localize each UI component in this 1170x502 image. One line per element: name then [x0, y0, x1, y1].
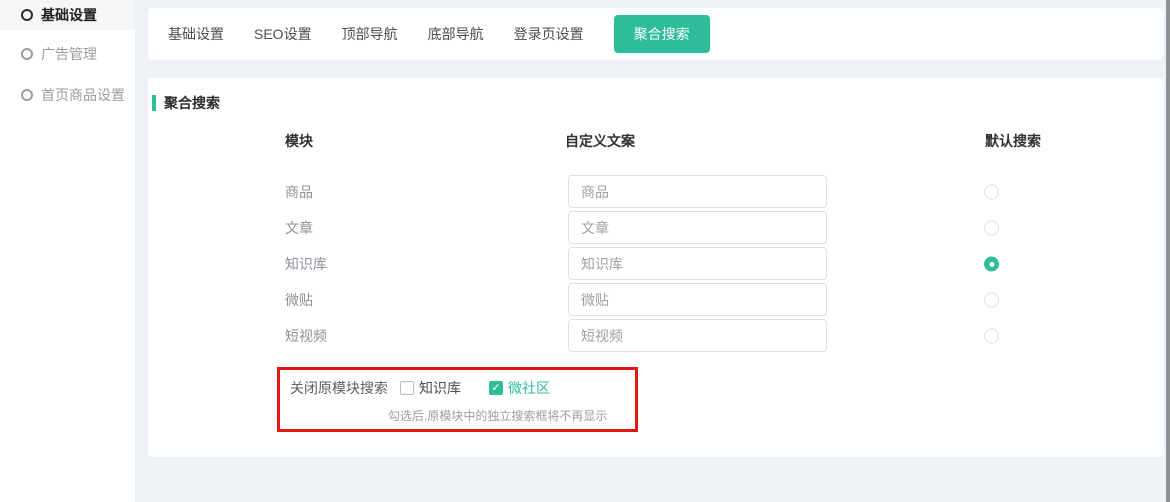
- default-search-radio-selected[interactable]: [984, 257, 999, 272]
- module-label: 商品: [285, 182, 313, 202]
- default-search-radio[interactable]: [984, 329, 999, 344]
- circle-icon: [21, 9, 33, 21]
- module-label: 文章: [285, 218, 313, 238]
- column-header-default-search: 默认搜索: [985, 131, 1041, 151]
- custom-text-input[interactable]: [568, 175, 827, 208]
- title-accent-bar: [152, 95, 156, 111]
- checkbox-checked-icon: ✓: [489, 381, 503, 395]
- tab-basic-settings[interactable]: 基础设置: [168, 24, 224, 44]
- table-row: 短视频: [148, 318, 1163, 354]
- custom-text-input[interactable]: [568, 211, 827, 244]
- circle-icon: [21, 89, 33, 101]
- checkbox-knowledge-base[interactable]: 知识库: [400, 378, 461, 398]
- module-label: 微贴: [285, 290, 313, 310]
- checkbox-unchecked-icon: [400, 381, 414, 395]
- default-search-radio[interactable]: [984, 293, 999, 308]
- table-row: 文章: [148, 210, 1163, 246]
- checkbox-micro-community[interactable]: ✓ 微社区: [489, 378, 550, 398]
- checkbox-label: 微社区: [508, 378, 550, 398]
- settings-tab-bar: 基础设置 SEO设置 顶部导航 底部导航 登录页设置 聚合搜索: [148, 8, 1163, 60]
- close-module-search-row: 关闭原模块搜索 知识库 ✓ 微社区: [290, 378, 550, 398]
- sidebar-item-ad-management[interactable]: 广告管理: [0, 38, 135, 70]
- circle-icon: [21, 48, 33, 60]
- column-header-module: 模块: [285, 131, 313, 151]
- default-search-radio[interactable]: [984, 185, 999, 200]
- tab-login-page-settings[interactable]: 登录页设置: [514, 24, 584, 44]
- sidebar-item-label: 广告管理: [41, 44, 97, 64]
- module-label: 知识库: [285, 254, 327, 274]
- custom-text-input[interactable]: [568, 247, 827, 280]
- table-row: 商品: [148, 174, 1163, 210]
- module-label: 短视频: [285, 326, 327, 346]
- red-annotation-box: 关闭原模块搜索 知识库 ✓ 微社区 勾选后,原模块中的独立搜索框将不再显示: [277, 367, 638, 432]
- close-module-search-label: 关闭原模块搜索: [290, 378, 388, 398]
- sidebar-item-label: 基础设置: [41, 5, 97, 25]
- sidebar-item-basic-settings[interactable]: 基础设置: [0, 0, 135, 30]
- column-header-custom-text: 自定义文案: [565, 131, 635, 151]
- vertical-scrollbar[interactable]: [1166, 0, 1170, 502]
- sidebar-item-label: 首页商品设置: [41, 85, 125, 105]
- tab-aggregate-search[interactable]: 聚合搜索: [614, 15, 710, 53]
- table-row: 知识库: [148, 246, 1163, 282]
- section-title-text: 聚合搜索: [164, 93, 220, 113]
- aggregate-search-panel: 聚合搜索 模块 自定义文案 默认搜索 商品 文章 知识库 微贴 短视频 关闭原模…: [148, 78, 1163, 457]
- tab-top-nav[interactable]: 顶部导航: [342, 24, 398, 44]
- sidebar: 基础设置 广告管理 首页商品设置: [0, 0, 135, 502]
- checkbox-label: 知识库: [419, 378, 461, 398]
- tab-bottom-nav[interactable]: 底部导航: [428, 24, 484, 44]
- custom-text-input[interactable]: [568, 319, 827, 352]
- hint-text: 勾选后,原模块中的独立搜索框将不再显示: [388, 407, 607, 424]
- custom-text-input[interactable]: [568, 283, 827, 316]
- sidebar-item-home-product-settings[interactable]: 首页商品设置: [0, 79, 135, 111]
- default-search-radio[interactable]: [984, 221, 999, 236]
- section-title: 聚合搜索: [152, 93, 220, 113]
- table-row: 微贴: [148, 282, 1163, 318]
- tab-seo-settings[interactable]: SEO设置: [254, 24, 312, 44]
